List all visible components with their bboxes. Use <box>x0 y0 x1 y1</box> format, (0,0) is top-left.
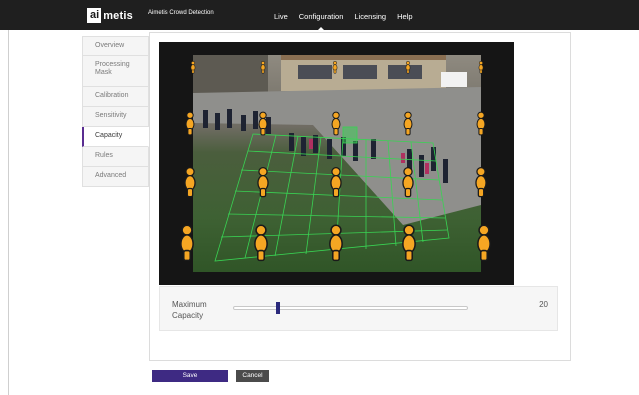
person-marker-icon[interactable] <box>256 166 270 199</box>
person-marker-icon[interactable] <box>257 110 269 136</box>
person-marker-icon[interactable] <box>474 166 488 199</box>
person-marker-icon[interactable] <box>401 223 417 263</box>
page-left-border <box>8 30 9 395</box>
nav-configuration[interactable]: Configuration <box>299 12 343 30</box>
app-title: Aimetis Crowd Detection <box>148 10 214 16</box>
tab-rules[interactable]: Rules <box>82 147 149 167</box>
person-marker-icon[interactable] <box>402 110 414 136</box>
maximum-capacity-label: Maximum Capacity <box>172 300 207 320</box>
nav-licensing[interactable]: Licensing <box>354 12 386 21</box>
config-tabs: Overview Processing Mask Calibration Sen… <box>82 36 149 187</box>
capacity-slider[interactable] <box>233 302 468 314</box>
tab-overview[interactable]: Overview <box>82 36 149 56</box>
person-marker-icon[interactable] <box>405 60 411 74</box>
person-marker-icon[interactable] <box>478 60 484 74</box>
person-markers <box>179 60 492 263</box>
nav-help[interactable]: Help <box>397 12 412 21</box>
camera-view[interactable] <box>159 42 514 285</box>
person-marker-icon[interactable] <box>330 110 342 136</box>
cancel-button[interactable]: Cancel <box>236 370 269 382</box>
person-marker-icon[interactable] <box>184 110 196 136</box>
person-marker-icon[interactable] <box>253 223 269 263</box>
logo-prefix: ai <box>87 8 102 23</box>
capacity-slider-handle[interactable] <box>276 302 281 314</box>
tab-advanced[interactable]: Advanced <box>82 167 149 187</box>
person-marker-icon[interactable] <box>328 223 344 263</box>
logo-suffix: metis <box>103 9 133 22</box>
person-marker-icon[interactable] <box>475 110 487 136</box>
person-marker-icon[interactable] <box>401 166 415 199</box>
person-marker-group <box>179 60 492 263</box>
tab-capacity[interactable]: Capacity <box>82 127 149 147</box>
capacity-value: 20 <box>539 300 548 309</box>
person-marker-icon[interactable] <box>476 223 492 263</box>
person-marker-icon[interactable] <box>329 166 343 199</box>
tab-processing-mask[interactable]: Processing Mask <box>82 56 149 87</box>
person-marker-icon[interactable] <box>190 60 196 74</box>
person-marker-icon[interactable] <box>183 166 197 199</box>
person-marker-icon[interactable] <box>260 60 266 74</box>
top-navigation-bar: ai metis Aimetis Crowd Detection Live Con… <box>0 0 639 30</box>
person-marker-icon[interactable] <box>332 60 338 74</box>
nav-live[interactable]: Live <box>274 12 288 21</box>
maximum-capacity-row: Maximum Capacity 20 <box>159 286 558 331</box>
aimetis-logo[interactable]: ai metis <box>87 8 133 23</box>
tab-sensitivity[interactable]: Sensitivity <box>82 107 149 127</box>
person-marker-icon[interactable] <box>179 223 195 263</box>
main-nav: Live Configuration Licensing Help <box>274 12 413 30</box>
save-button[interactable]: Save <box>152 370 228 382</box>
capacity-panel: Maximum Capacity 20 <box>149 32 571 361</box>
tab-calibration[interactable]: Calibration <box>82 87 149 107</box>
